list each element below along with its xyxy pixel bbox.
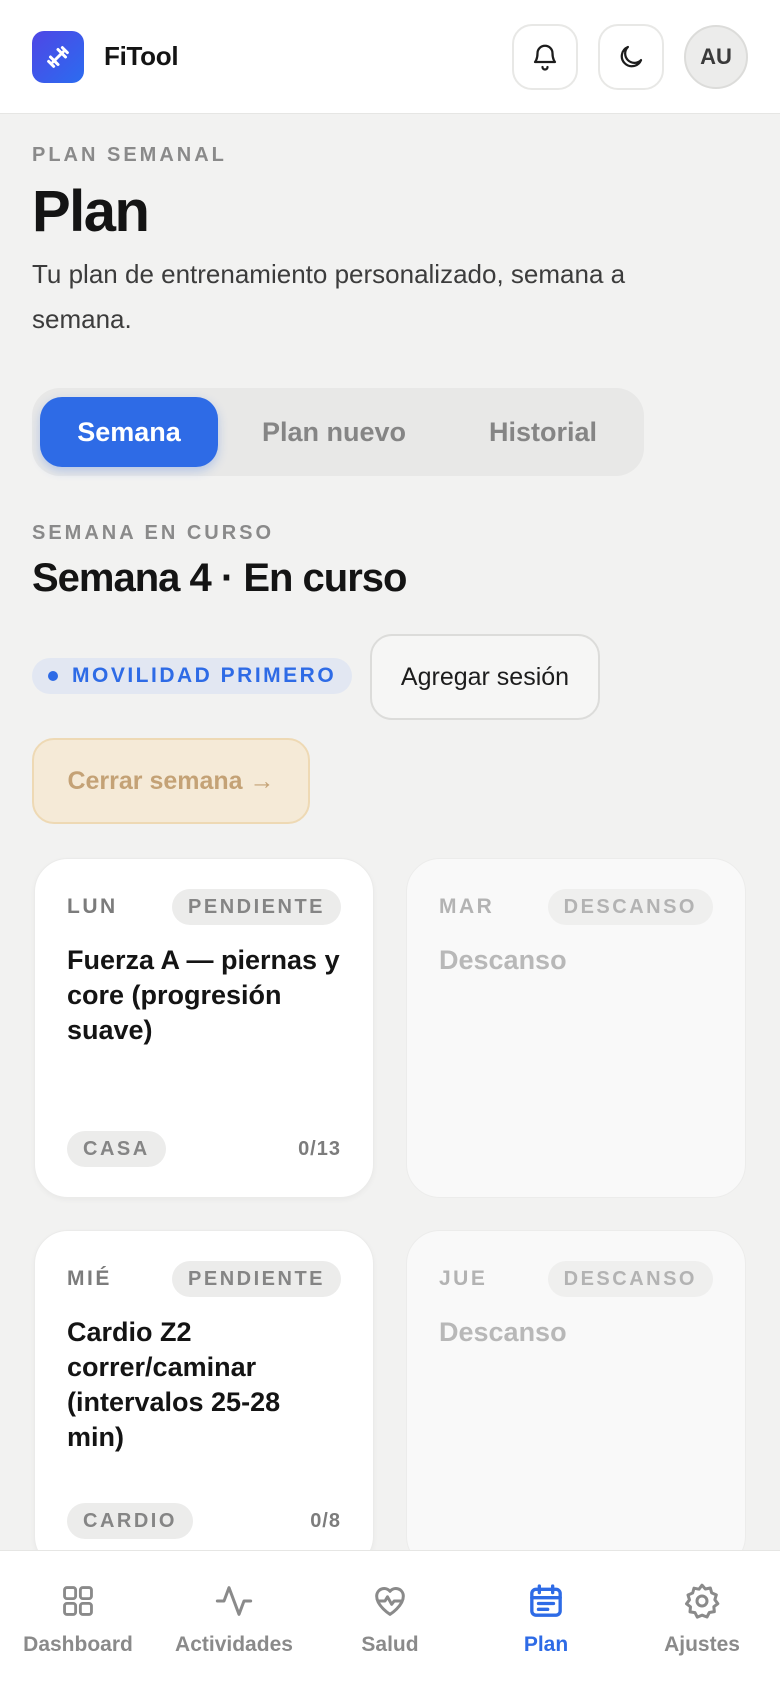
focus-badge: MOVILIDAD PRIMERO xyxy=(32,658,352,694)
nav-label: Actividades xyxy=(175,1633,293,1656)
session-type-badge: CASA xyxy=(67,1131,166,1167)
moon-icon xyxy=(620,45,643,67)
day-label: MIÉ xyxy=(67,1267,112,1290)
day-card-lun[interactable]: LUN PENDIENTE Fuerza A — piernas y core … xyxy=(34,858,374,1198)
tab-semana[interactable]: Semana xyxy=(40,397,218,467)
add-session-button[interactable]: Agregar sesión xyxy=(370,634,600,720)
nav-label: Salud xyxy=(361,1633,419,1656)
day-label: LUN xyxy=(67,895,118,918)
focus-badge-label: MOVILIDAD PRIMERO xyxy=(72,664,337,687)
day-card-jue[interactable]: JUE DESCANSO Descanso xyxy=(406,1230,746,1570)
nav-label: Dashboard xyxy=(23,1633,133,1656)
status-badge: PENDIENTE xyxy=(172,1261,341,1297)
page-eyebrow: PLAN SEMANAL xyxy=(32,144,227,166)
theme-toggle-button[interactable] xyxy=(598,23,664,90)
app-title: FiTool xyxy=(104,41,179,71)
notifications-button[interactable] xyxy=(512,23,578,90)
nav-label: Plan xyxy=(523,1633,569,1656)
bell-icon xyxy=(533,44,557,71)
nav-item-plan[interactable]: Plan xyxy=(468,1581,624,1657)
nav-item-ajustes[interactable]: Ajustes xyxy=(624,1581,780,1657)
heart-pulse-icon xyxy=(375,1587,405,1616)
calendar-icon xyxy=(530,1584,562,1617)
exercise-progress: 0/8 xyxy=(310,1509,341,1532)
user-avatar[interactable]: AU xyxy=(684,24,748,89)
gear-icon xyxy=(685,1583,720,1619)
tab-historial[interactable]: Historial xyxy=(450,397,636,467)
exercise-progress: 0/13 xyxy=(298,1137,341,1160)
nav-item-dashboard[interactable]: Dashboard xyxy=(0,1581,156,1657)
grid-icon xyxy=(63,1586,93,1616)
day-card-mie[interactable]: MIÉ PENDIENTE Cardio Z2 correr/caminar (… xyxy=(34,1230,374,1570)
activity-icon xyxy=(215,1586,253,1616)
status-badge: DESCANSO xyxy=(547,1261,713,1297)
dumbbell-icon xyxy=(47,45,69,68)
day-label: MAR xyxy=(439,895,495,918)
day-label: JUE xyxy=(439,1267,488,1290)
page-description: Tu plan de entrenamiento personalizado, … xyxy=(32,259,626,334)
plan-tabs: Semana Plan nuevo Historial xyxy=(32,388,644,476)
app-logo[interactable] xyxy=(32,30,84,83)
week-title: Semana 4 · En curso xyxy=(32,556,407,600)
close-week-button[interactable]: Cerrar semana → xyxy=(32,738,310,824)
session-title: Cardio Z2 correr/caminar (intervalos 25-… xyxy=(67,1317,281,1452)
session-title: Fuerza A — piernas y core (progresión su… xyxy=(67,945,340,1045)
status-dot xyxy=(48,671,58,681)
page-title: Plan xyxy=(32,179,150,244)
tab-plan-nuevo[interactable]: Plan nuevo xyxy=(218,397,450,467)
nav-label: Ajustes xyxy=(664,1633,740,1656)
status-badge: PENDIENTE xyxy=(172,889,341,925)
bottom-nav: Dashboard Actividades Salud Plan Ajustes xyxy=(0,1550,780,1688)
nav-item-actividades[interactable]: Actividades xyxy=(156,1581,312,1657)
day-card-mar[interactable]: MAR DESCANSO Descanso xyxy=(406,858,746,1198)
session-type-badge: CARDIO xyxy=(67,1503,193,1539)
week-eyebrow: SEMANA EN CURSO xyxy=(32,522,275,544)
session-title: Descanso xyxy=(439,945,567,975)
session-title: Descanso xyxy=(439,1317,567,1347)
status-badge: DESCANSO xyxy=(547,889,713,925)
app-header: FiTool AU xyxy=(0,0,780,114)
nav-item-salud[interactable]: Salud xyxy=(312,1581,468,1657)
